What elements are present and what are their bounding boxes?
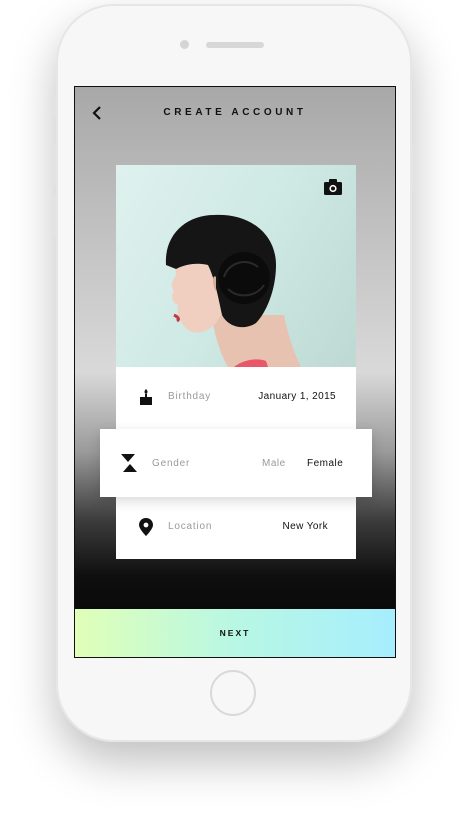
location-field[interactable]: Location New York bbox=[116, 497, 356, 559]
camera-icon bbox=[324, 179, 342, 195]
power-button bbox=[412, 144, 415, 192]
profile-photo[interactable] bbox=[116, 165, 356, 367]
app-screen: CREATE ACCOUNT Birthday January 1, 2015 … bbox=[74, 86, 396, 658]
volume-up-button bbox=[53, 144, 56, 186]
earpiece-speaker bbox=[206, 42, 264, 48]
gender-field[interactable]: Gender Male Female bbox=[100, 429, 372, 497]
location-value: New York bbox=[282, 521, 328, 532]
mute-switch bbox=[53, 94, 56, 116]
birthday-field[interactable]: Birthday January 1, 2015 bbox=[116, 367, 356, 429]
volume-down-button bbox=[53, 196, 56, 238]
cake-icon bbox=[138, 388, 154, 406]
birthday-value: January 1, 2015 bbox=[258, 391, 336, 402]
front-camera bbox=[180, 40, 189, 49]
gender-option-female[interactable]: Female bbox=[307, 458, 343, 469]
hourglass-icon bbox=[121, 454, 137, 472]
page-title: CREATE ACCOUNT bbox=[163, 107, 307, 118]
next-button[interactable]: NEXT bbox=[75, 609, 395, 657]
profile-photo-image bbox=[165, 214, 301, 367]
gender-option-male[interactable]: Male bbox=[262, 458, 286, 469]
home-button[interactable] bbox=[210, 670, 256, 716]
map-pin-icon bbox=[138, 518, 154, 536]
location-label: Location bbox=[168, 521, 213, 532]
birthday-label: Birthday bbox=[168, 391, 212, 402]
change-photo-button[interactable] bbox=[324, 179, 342, 195]
gender-label: Gender bbox=[152, 458, 191, 469]
next-button-label: NEXT bbox=[219, 628, 251, 638]
